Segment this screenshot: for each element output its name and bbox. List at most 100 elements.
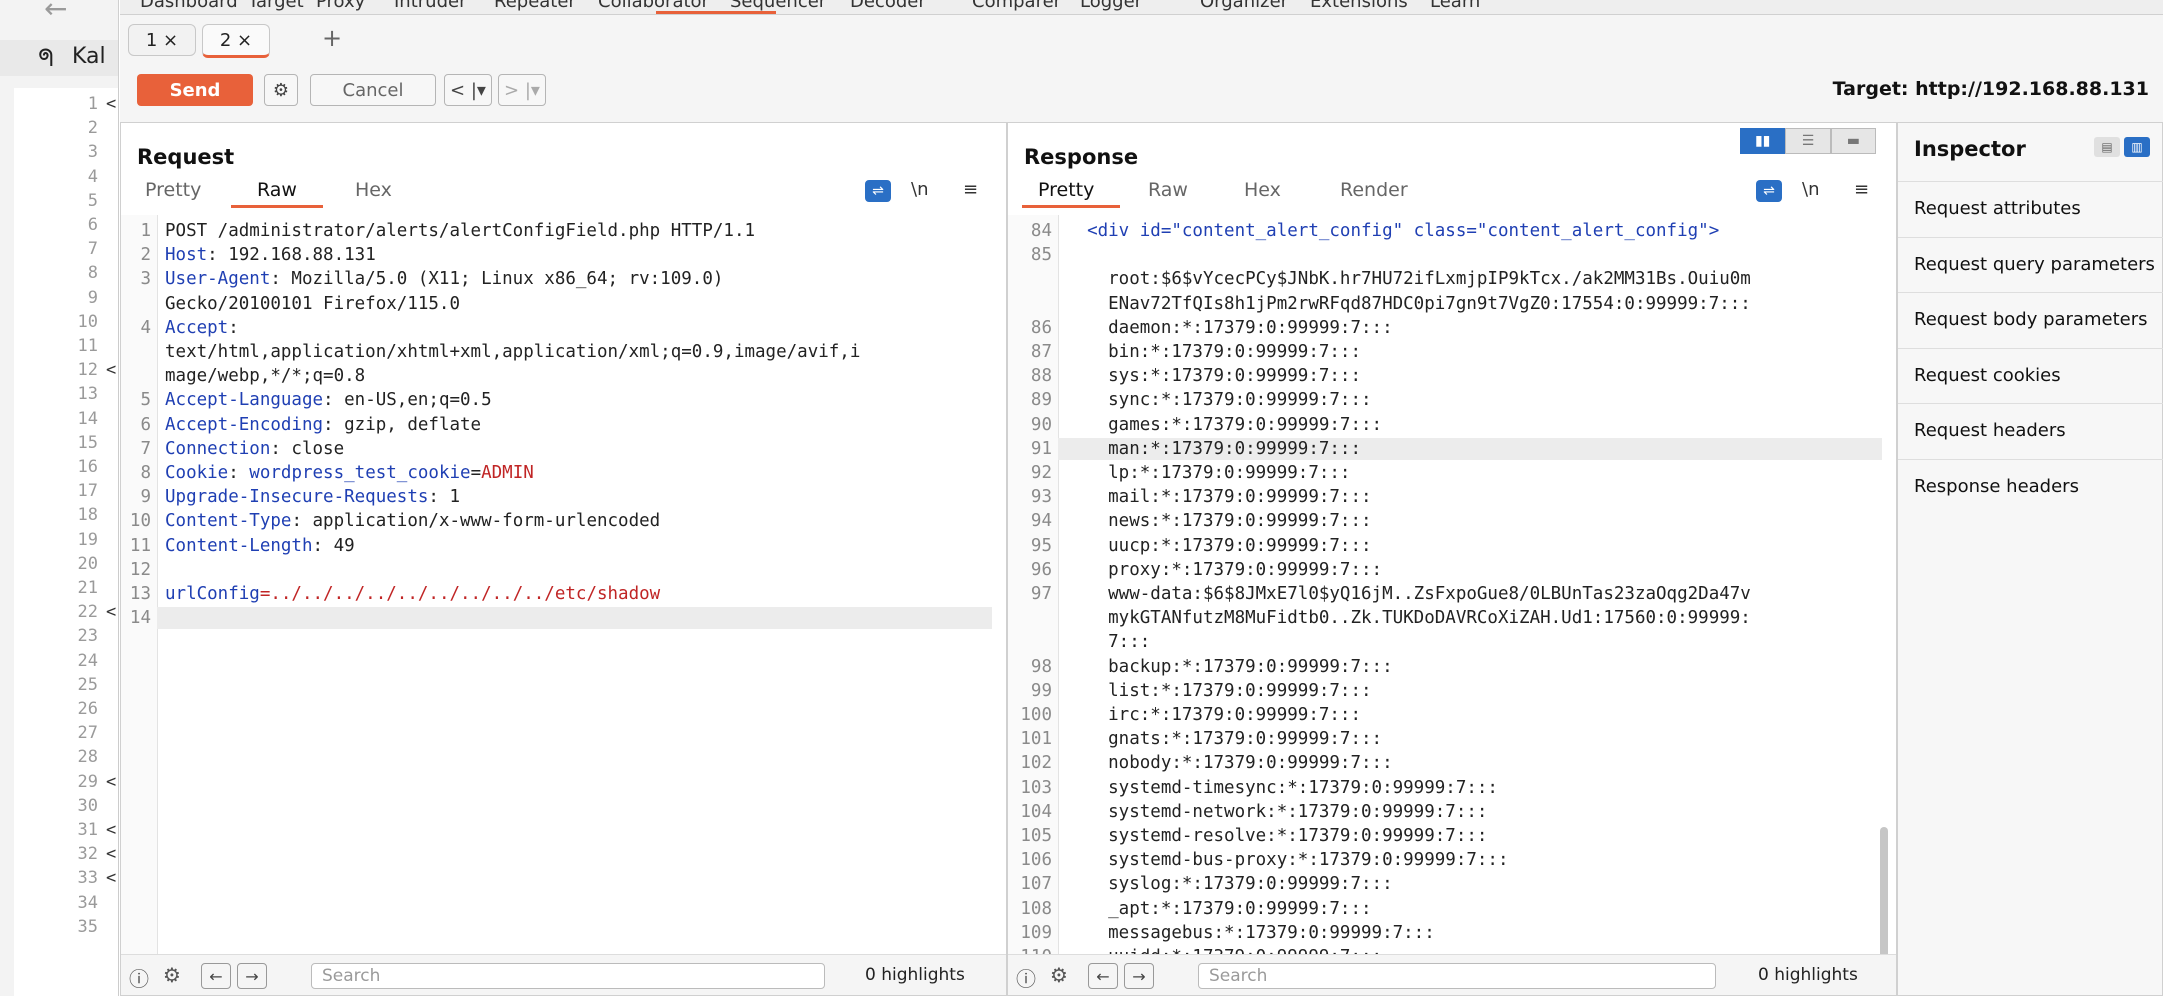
word-wrap-icon[interactable]: ⇌ bbox=[865, 179, 891, 202]
request-token: text/html,application/xhtml+xml,applicat… bbox=[165, 342, 861, 362]
arrow-left-icon[interactable]: ← bbox=[201, 963, 231, 989]
inspector-section-request-attributes[interactable]: Request attributes bbox=[1898, 181, 2163, 235]
response-line: systemd-bus-proxy:*:17379:0:99999:7::: bbox=[1066, 850, 1509, 871]
repeater-toolbar: Send ⚙ Cancel < |▾ > |▾ Target: http://1… bbox=[120, 64, 2163, 116]
request-token: : 192.168.88.131 bbox=[207, 245, 376, 266]
repeater-tab-2[interactable]: 2 × bbox=[202, 24, 270, 58]
top-tab-intruder[interactable]: Intruder bbox=[394, 0, 466, 12]
request-line: Upgrade-Insecure-Requests: 1 bbox=[165, 487, 460, 507]
inspector-layout-toggle[interactable]: ▤ bbox=[2094, 137, 2120, 157]
layout-toggle: ▮▮ ☰ ▬ bbox=[1740, 128, 1876, 154]
background-line-number: 33 bbox=[77, 868, 98, 889]
response-editor[interactable]: 84 <div id="content_alert_config" class=… bbox=[1008, 215, 1896, 955]
background-line-number: 27 bbox=[77, 723, 98, 744]
help-icon[interactable]: ⓘ bbox=[129, 963, 149, 992]
response-search-input[interactable]: Search bbox=[1198, 963, 1716, 989]
newline-icon[interactable]: \n bbox=[1802, 179, 1819, 200]
tab-pretty[interactable]: Pretty bbox=[1038, 179, 1094, 201]
top-tab-proxy[interactable]: Proxy bbox=[316, 0, 365, 12]
inspector-layout-toggle-active[interactable]: ▥ bbox=[2124, 137, 2150, 157]
inspector-section-request-query-parameters[interactable]: Request query parameters bbox=[1898, 236, 2163, 291]
background-code-snippet: < bbox=[106, 771, 117, 792]
tab-raw[interactable]: Raw bbox=[1148, 179, 1188, 201]
word-wrap-icon[interactable]: ⇌ bbox=[1756, 179, 1782, 202]
top-tab-comparer[interactable]: Comparer bbox=[972, 0, 1061, 12]
response-line: ENav72TfQIs8h1jPm2rwRFqd87HDC0pi7gn9t7Vg… bbox=[1066, 293, 1751, 314]
arrow-right-icon[interactable]: → bbox=[237, 963, 267, 989]
background-line-number: 12 bbox=[77, 360, 98, 381]
response-line: news:*:17379:0:99999:7::: bbox=[1066, 511, 1372, 532]
response-line: lp:*:17379:0:99999:7::: bbox=[1066, 463, 1351, 483]
request-search-input[interactable]: Search bbox=[311, 963, 825, 989]
tab-raw[interactable]: Raw bbox=[257, 179, 297, 201]
request-token: wordpress_test_cookie bbox=[249, 463, 471, 483]
left-arrow-icon[interactable]: ← bbox=[44, 0, 67, 25]
top-tab-logger[interactable]: Logger bbox=[1080, 0, 1142, 12]
request-editor[interactable]: 1 POST /administrator/alerts/alertConfigF… bbox=[121, 215, 1006, 955]
request-title: Request bbox=[137, 145, 235, 169]
tab-hex[interactable]: Hex bbox=[355, 179, 392, 201]
line-number: 92 bbox=[1030, 463, 1052, 483]
active-view-underline bbox=[1022, 205, 1120, 208]
top-tab-decoder[interactable]: Decoder bbox=[850, 0, 926, 12]
response-line: syslog:*:17379:0:99999:7::: bbox=[1066, 874, 1393, 895]
inspector-section-request-body-parameters[interactable]: Request body parameters bbox=[1898, 292, 2163, 346]
cancel-button[interactable]: Cancel bbox=[310, 74, 436, 106]
request-token: mage/webp,*/*;q=0.8 bbox=[165, 366, 366, 387]
top-tab-learn[interactable]: Learn bbox=[1430, 0, 1480, 12]
arrow-left-icon[interactable]: ← bbox=[1088, 963, 1118, 989]
request-token: User-Agent bbox=[165, 269, 271, 290]
target-label[interactable]: Target: http://192.168.88.131 bbox=[1833, 78, 2149, 100]
tab-hex[interactable]: Hex bbox=[1244, 179, 1281, 201]
line-number: 86 bbox=[1030, 317, 1052, 338]
layout-tabs-icon[interactable]: ▬ bbox=[1830, 128, 1876, 154]
gear-icon[interactable]: ⚙ bbox=[264, 74, 298, 106]
history-forward-button[interactable]: > |▾ bbox=[498, 74, 546, 106]
background-line-number: 15 bbox=[77, 432, 98, 453]
background-line-number: 34 bbox=[77, 892, 98, 913]
request-token: Upgrade-Insecure-Requests bbox=[165, 487, 429, 508]
response-panel: Response Pretty Raw Hex Render ⇌ \n ≡ 84… bbox=[1007, 122, 1897, 996]
top-tab-dashboard[interactable]: Dashboard bbox=[140, 0, 238, 12]
hamburger-menu-icon[interactable]: ≡ bbox=[963, 179, 978, 200]
top-tab-extensions[interactable]: Extensions bbox=[1310, 0, 1408, 12]
background-code-snippet: < bbox=[106, 602, 117, 623]
help-icon[interactable]: ⓘ bbox=[1016, 963, 1036, 992]
inspector-section-request-cookies[interactable]: Request cookies bbox=[1898, 347, 2163, 402]
newline-icon[interactable]: \n bbox=[911, 179, 928, 200]
inspector-section-request-headers[interactable]: Request headers bbox=[1898, 403, 2163, 457]
add-tab-button[interactable]: + bbox=[322, 24, 342, 52]
arrow-right-icon[interactable]: → bbox=[1124, 963, 1154, 989]
line-number: 105 bbox=[1020, 826, 1052, 846]
top-tab-repeater[interactable]: Repeater bbox=[494, 0, 576, 12]
send-button[interactable]: Send bbox=[137, 74, 253, 106]
tab-render[interactable]: Render bbox=[1340, 179, 1408, 201]
gear-icon[interactable]: ⚙ bbox=[1050, 963, 1068, 987]
line-number: 93 bbox=[1030, 487, 1052, 508]
background-code-snippet: < bbox=[106, 360, 117, 381]
request-search-bar: ⓘ ⚙ ← → Search 0 highlights bbox=[121, 954, 1006, 995]
background-line-number: 23 bbox=[77, 626, 98, 647]
background-line-number: 2 bbox=[87, 118, 98, 139]
response-line: www-data:$6$8JMxE7l0$yQ16jM..ZsFxpoGue8/… bbox=[1066, 584, 1751, 604]
background-line-number: 26 bbox=[77, 699, 98, 719]
top-tab-target[interactable]: Target bbox=[248, 0, 304, 12]
hamburger-menu-icon[interactable]: ≡ bbox=[1854, 179, 1869, 200]
request-line: Cookie: wordpress_test_cookie=ADMIN bbox=[165, 463, 534, 483]
background-line-number: 16 bbox=[77, 457, 98, 477]
layout-stacked-icon[interactable]: ☰ bbox=[1785, 128, 1831, 154]
gear-icon[interactable]: ⚙ bbox=[163, 963, 181, 987]
repeater-tab-1[interactable]: 1 × bbox=[128, 24, 196, 56]
line-number: 84 bbox=[1030, 221, 1052, 241]
request-line: Accept: bbox=[165, 318, 239, 338]
top-tab-organizer[interactable]: Organizer bbox=[1200, 0, 1288, 12]
request-line: Accept-Language: en-US,en;q=0.5 bbox=[165, 390, 492, 410]
background-line-number: 35 bbox=[77, 916, 98, 937]
request-line: Content-Length: 49 bbox=[165, 536, 355, 556]
response-line: mail:*:17379:0:99999:7::: bbox=[1066, 487, 1372, 508]
layout-side-by-side-icon[interactable]: ▮▮ bbox=[1740, 128, 1786, 154]
response-scrollbar[interactable] bbox=[1880, 827, 1888, 955]
inspector-section-response-headers[interactable]: Response headers bbox=[1898, 458, 2163, 513]
tab-pretty[interactable]: Pretty bbox=[145, 179, 201, 201]
history-back-button[interactable]: < |▾ bbox=[444, 74, 492, 106]
